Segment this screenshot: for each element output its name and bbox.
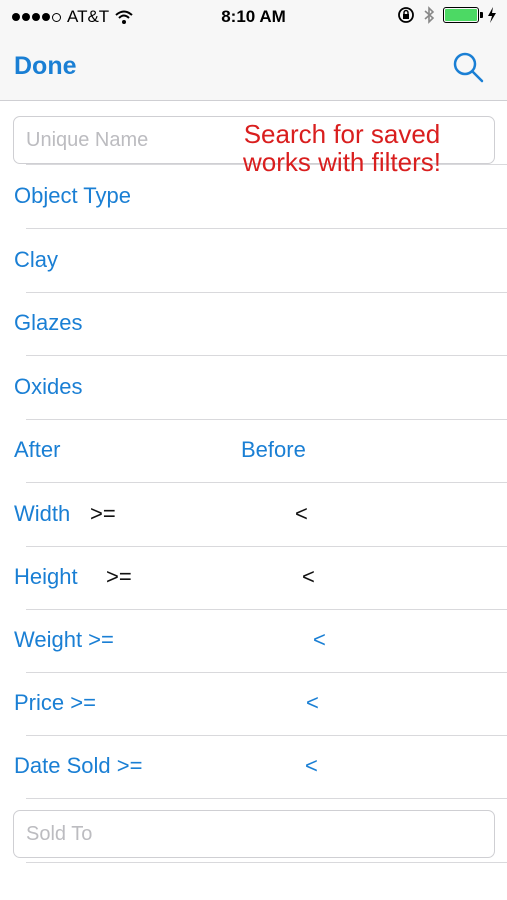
filter-row-object-type[interactable]: Object Type xyxy=(0,165,507,229)
charging-icon xyxy=(488,7,496,23)
date-sold-max-button[interactable]: < xyxy=(305,753,318,779)
oxides-label[interactable]: Oxides xyxy=(14,374,82,400)
filter-row-price: Price >= < xyxy=(0,672,507,736)
filter-row-oxides[interactable]: Oxides xyxy=(0,356,507,420)
navigation-bar: Done xyxy=(0,34,507,101)
search-icon[interactable] xyxy=(451,50,485,84)
status-right xyxy=(397,6,497,24)
height-max-operator[interactable]: < xyxy=(302,564,315,590)
filter-row-width: Width >= < xyxy=(0,483,507,547)
filter-row-date-range: After Before xyxy=(0,419,507,483)
after-date-button[interactable]: After xyxy=(14,437,60,463)
width-min-operator[interactable]: >= xyxy=(90,501,116,527)
clay-label[interactable]: Clay xyxy=(14,247,58,273)
filter-row-date-sold: Date Sold >= < xyxy=(0,735,507,799)
bluetooth-icon xyxy=(424,6,435,24)
rotation-lock-icon xyxy=(398,7,414,23)
width-label[interactable]: Width xyxy=(14,501,70,527)
battery-icon xyxy=(443,7,483,23)
width-max-operator[interactable]: < xyxy=(295,501,308,527)
annotation-line-1: Search for saved xyxy=(243,119,441,149)
object-type-label[interactable]: Object Type xyxy=(14,183,131,209)
divider xyxy=(26,862,507,863)
filter-row-clay[interactable]: Clay xyxy=(0,229,507,293)
price-max-button[interactable]: < xyxy=(306,690,319,716)
done-button[interactable]: Done xyxy=(14,52,77,81)
sold-to-field xyxy=(13,810,495,858)
date-sold-min-button[interactable]: Date Sold >= xyxy=(14,753,142,779)
height-label[interactable]: Height xyxy=(14,564,78,590)
before-date-button[interactable]: Before xyxy=(241,437,306,463)
weight-max-button[interactable]: < xyxy=(313,627,326,653)
status-bar: AT&T 8:10 AM xyxy=(0,0,507,34)
filter-row-weight: Weight >= < xyxy=(0,609,507,673)
filter-row-height: Height >= < xyxy=(0,546,507,610)
row-separator xyxy=(26,798,507,799)
sold-to-input[interactable] xyxy=(14,811,494,857)
filter-row-glazes[interactable]: Glazes xyxy=(0,292,507,356)
weight-min-button[interactable]: Weight >= xyxy=(14,627,114,653)
glazes-label[interactable]: Glazes xyxy=(14,310,82,336)
height-min-operator[interactable]: >= xyxy=(106,564,132,590)
price-min-button[interactable]: Price >= xyxy=(14,690,96,716)
